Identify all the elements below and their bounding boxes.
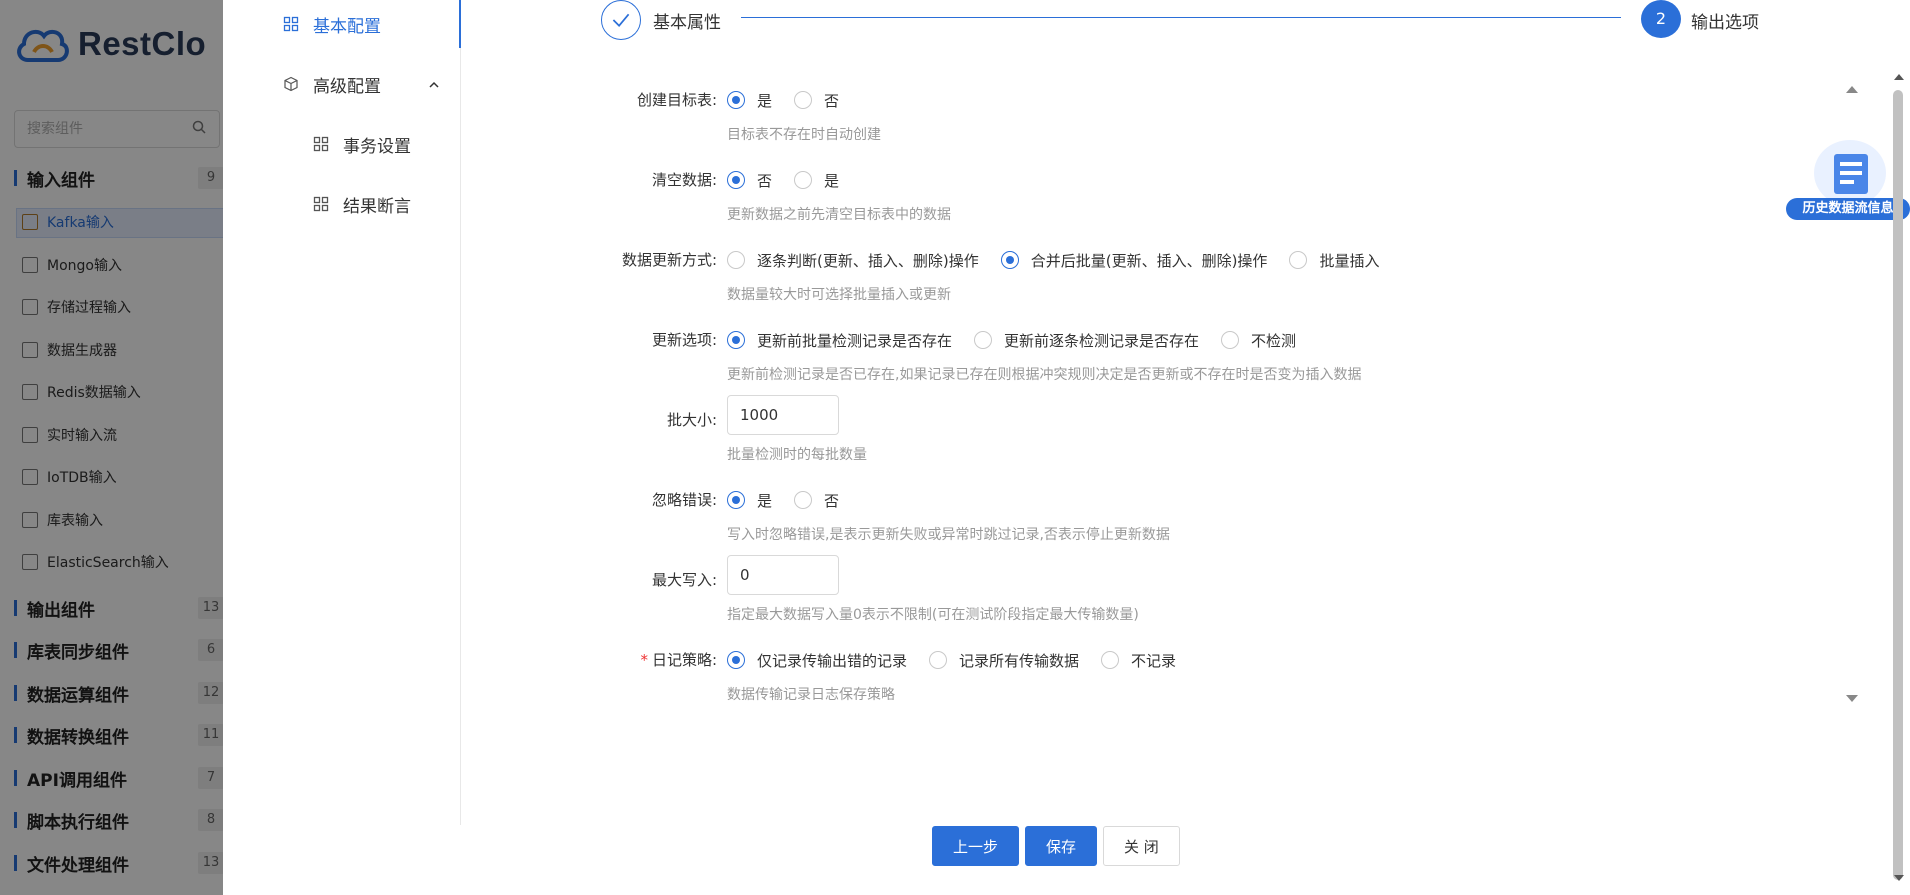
prev-step-button[interactable]: 上一步: [932, 826, 1020, 866]
create-table-hint: 目标表不存在时自动创建: [727, 127, 881, 143]
update-mode-row: 数据更新方式: 逐条判断(更新、插入、删除)操作 合并后批量(更新、插入、删除)…: [503, 245, 1603, 275]
update-mode-row-by-row-radio[interactable]: 逐条判断(更新、插入、删除)操作: [727, 250, 979, 271]
grid-icon: [313, 196, 329, 212]
nav-label: 结果断言: [343, 196, 411, 217]
clear-data-row: 清空数据: 否 是: [503, 165, 1603, 195]
step1-indicator[interactable]: [601, 0, 641, 40]
page-scrollbar[interactable]: [1893, 90, 1903, 880]
field-label: 批大小:: [666, 411, 717, 429]
nav-advanced-config[interactable]: 高级配置: [253, 54, 461, 114]
config-nav: 基本配置 高级配置 事务设置 结果断言: [253, 0, 461, 825]
batch-size-input[interactable]: [727, 395, 839, 435]
history-bubble: [1814, 140, 1886, 206]
max-write-hint: 指定最大数据写入量0表示不限制(可在测试阶段指定最大传输数量): [727, 607, 1139, 623]
field-label: 最大写入:: [651, 571, 717, 589]
create-table-row: 创建目标表: 是 否: [503, 85, 1603, 115]
nav-result-assertion[interactable]: 结果断言: [253, 174, 461, 234]
create-table-no-radio[interactable]: 否: [794, 90, 839, 111]
field-label: * 日记策略:: [640, 651, 717, 669]
scroll-down-arrow-icon[interactable]: [1893, 873, 1905, 883]
clear-data-yes-radio[interactable]: 是: [794, 170, 839, 191]
nav-transaction-settings[interactable]: 事务设置: [253, 114, 461, 174]
cube-icon: [284, 76, 298, 92]
clear-data-no-radio[interactable]: 否: [727, 170, 772, 191]
scroll-up-arrow-icon[interactable]: [1893, 72, 1905, 82]
log-policy-all-radio[interactable]: 记录所有传输数据: [929, 650, 1079, 671]
update-option-batch-check-radio[interactable]: 更新前批量检测记录是否存在: [727, 330, 952, 351]
ignore-error-hint: 写入时忽略错误,是表示更新失败或异常时跳过记录,否表示停止更新数据: [727, 527, 1170, 543]
max-write-row: 最大写入:: [503, 555, 1603, 595]
field-label: 清空数据:: [651, 171, 717, 189]
drawer-footer: 上一步 保存 关 闭: [932, 826, 1186, 866]
nav-label: 事务设置: [343, 136, 411, 157]
update-option-row-check-radio[interactable]: 更新前逐条检测记录是否存在: [974, 330, 1199, 351]
batch-size-hint: 批量检测时的每批数量: [727, 447, 867, 463]
steps-bar: 基本属性 2 输出选项: [601, 0, 1910, 40]
ignore-error-row: 忽略错误: 是 否: [503, 485, 1603, 515]
field-label: 忽略错误:: [651, 491, 717, 509]
create-table-yes-radio[interactable]: 是: [727, 90, 772, 111]
step2-label[interactable]: 输出选项: [1691, 8, 1759, 33]
history-flow-info[interactable]: 历史数据流信息: [1786, 138, 1910, 222]
update-mode-hint: 数据量较大时可选择批量插入或更新: [727, 287, 951, 303]
config-drawer: 基本配置 高级配置 事务设置 结果断言 基本属性 2 输出选项 创建目标表: 是: [223, 0, 1910, 895]
history-label: 历史数据流信息: [1786, 198, 1910, 220]
update-option-no-check-radio[interactable]: 不检测: [1221, 330, 1296, 351]
field-label: 创建目标表:: [636, 91, 717, 109]
ignore-error-no-radio[interactable]: 否: [794, 490, 839, 511]
nav-label: 高级配置: [313, 76, 381, 97]
step-connector: [741, 17, 1621, 18]
ignore-error-yes-radio[interactable]: 是: [727, 490, 772, 511]
step1-label[interactable]: 基本属性: [653, 8, 721, 33]
grid-icon: [313, 136, 329, 152]
grid-icon: [283, 16, 299, 32]
chevron-up-icon[interactable]: [429, 80, 439, 90]
clear-data-hint: 更新数据之前先清空目标表中的数据: [727, 207, 951, 223]
batch-size-row: 批大小:: [503, 395, 1603, 435]
nav-basic-config[interactable]: 基本配置: [253, 0, 461, 48]
log-policy-hint: 数据传输记录日志保存策略: [727, 687, 895, 703]
check-icon: [612, 13, 630, 27]
step2-indicator[interactable]: 2: [1641, 0, 1681, 38]
required-mark: *: [640, 651, 648, 669]
update-option-row: 更新选项: 更新前批量检测记录是否存在 更新前逐条检测记录是否存在 不检测: [503, 325, 1603, 355]
log-policy-errors-only-radio[interactable]: 仅记录传输出错的记录: [727, 650, 907, 671]
nav-label: 基本配置: [313, 16, 381, 37]
document-icon: [1834, 154, 1868, 194]
caret-up-icon[interactable]: [1845, 84, 1859, 94]
update-mode-batch-insert-radio[interactable]: 批量插入: [1289, 250, 1379, 271]
log-policy-none-radio[interactable]: 不记录: [1101, 650, 1176, 671]
field-label: 数据更新方式:: [621, 251, 717, 269]
log-policy-row: * 日记策略: 仅记录传输出错的记录 记录所有传输数据 不记录: [503, 645, 1603, 675]
save-button[interactable]: 保存: [1025, 826, 1098, 866]
update-mode-batch-merge-radio[interactable]: 合并后批量(更新、插入、删除)操作: [1000, 250, 1267, 271]
max-write-input[interactable]: [727, 555, 839, 595]
field-label: 更新选项:: [651, 331, 717, 349]
caret-down-icon[interactable]: [1845, 694, 1859, 704]
update-option-hint: 更新前检测记录是否已存在,如果记录已存在则根据冲突规则决定是否更新或不存在时是否…: [727, 367, 1362, 383]
close-button[interactable]: 关 闭: [1103, 826, 1180, 866]
